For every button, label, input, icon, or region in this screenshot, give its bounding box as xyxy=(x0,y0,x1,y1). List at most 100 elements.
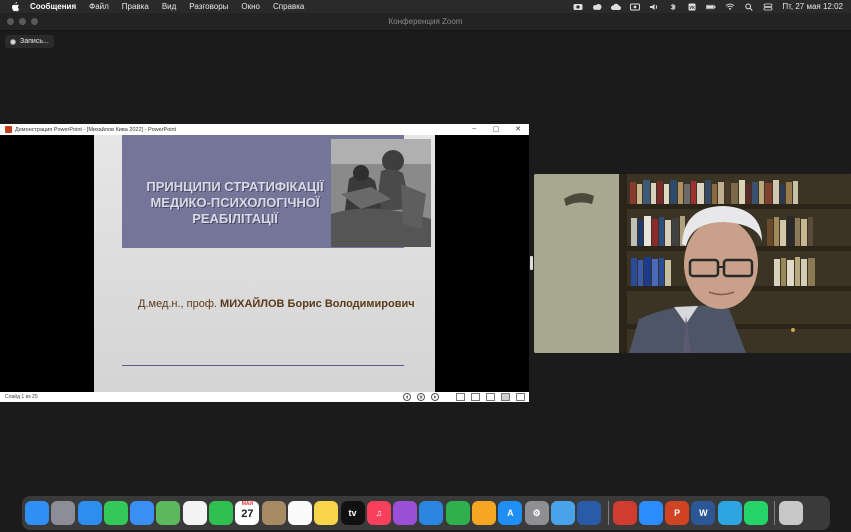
zoom-window-title: Конференция Zoom xyxy=(388,17,463,26)
battery-icon[interactable] xyxy=(706,3,717,11)
powerpoint-titlebar: Демонстрация PowerPoint - [Михайлов Кива… xyxy=(0,124,529,135)
normal-view-icon[interactable] xyxy=(456,393,465,401)
previous-slide-icon[interactable] xyxy=(403,393,411,401)
menu-edit[interactable]: Правка xyxy=(122,2,149,11)
calendar-day-label: 27 xyxy=(241,508,254,520)
podcasts-icon[interactable] xyxy=(393,501,418,525)
powerpoint-share-window: Демонстрация PowerPoint - [Михайлов Кива… xyxy=(0,124,529,402)
zoom-icon[interactable] xyxy=(638,501,663,525)
trash-icon[interactable] xyxy=(779,501,804,525)
participant-video-frame xyxy=(534,174,851,353)
minimize-button[interactable]: − xyxy=(463,124,485,135)
cisco-webex-icon[interactable] xyxy=(612,501,637,525)
app-menu-messages[interactable]: Сообщения xyxy=(30,2,76,11)
calendar-icon[interactable]: МАЙ 27 xyxy=(235,501,260,525)
camera-status-icon[interactable] xyxy=(573,3,583,11)
whatsapp-icon[interactable] xyxy=(744,501,769,525)
apple-menu-icon[interactable] xyxy=(10,1,20,12)
slide-title: ПРИНЦИПИ СТРАТИФІКАЦІЇ МЕДИКО-ПСИХОЛОГІЧ… xyxy=(130,179,340,227)
messages-icon[interactable] xyxy=(103,501,128,525)
notes-icon[interactable] xyxy=(314,501,339,525)
powerpoint-status-bar: Слайд 1 из 25 xyxy=(0,392,529,402)
recording-label: Запись... xyxy=(20,38,49,45)
reading-view-icon[interactable] xyxy=(486,393,495,401)
remote-desktop-icon[interactable] xyxy=(577,501,602,525)
dock-icon-glyph: ⚙ xyxy=(532,507,541,518)
dock-icon-glyph: W xyxy=(699,508,708,518)
powerpoint-window-title: Демонстрация PowerPoint - [Михайлов Кива… xyxy=(15,126,177,133)
dock-divider xyxy=(607,501,609,525)
zoom-titlebar: Конференция Zoom xyxy=(0,13,851,31)
mail-icon[interactable] xyxy=(130,501,155,525)
reminders-icon[interactable] xyxy=(287,501,312,525)
more-options-icon[interactable] xyxy=(516,393,525,401)
keyboard-layout-icon[interactable]: УК xyxy=(687,3,697,11)
volume-icon[interactable] xyxy=(649,3,659,11)
dock-divider xyxy=(774,501,776,525)
keynote-icon[interactable] xyxy=(419,501,444,525)
system-preferences-icon[interactable]: ⚙ xyxy=(524,501,549,525)
svg-text:УК: УК xyxy=(690,5,696,10)
slide-counter: Слайд 1 из 25 xyxy=(5,394,38,400)
dock-icon-glyph: A xyxy=(507,508,514,518)
dock-icon-glyph: tv xyxy=(348,508,357,518)
menu-file[interactable]: Файл xyxy=(89,2,109,11)
slide-title-line: ПРИНЦИПИ СТРАТИФІКАЦІЇ xyxy=(146,179,324,194)
slide-divider-line xyxy=(122,365,404,366)
creative-cloud-icon[interactable] xyxy=(592,3,602,11)
clock[interactable]: Пт, 27 мая 12:02 xyxy=(782,2,843,11)
dock-icon-glyph: ♫ xyxy=(375,508,383,518)
menu-bar: Сообщения Файл Правка Вид Разговоры Окно… xyxy=(0,0,851,13)
wifi-icon[interactable] xyxy=(725,3,735,11)
telegram-icon[interactable] xyxy=(717,501,742,525)
app-store-icon[interactable]: A xyxy=(498,501,523,525)
slide-title-line: МЕДИКО-ПСИХОЛОГІЧНОЇ xyxy=(150,195,320,210)
dock: МАЙ 27 tv ♫ A ⚙ P W xyxy=(22,496,830,530)
slide[interactable]: ПРИНЦИПИ СТРАТИФІКАЦІЇ МЕДИКО-ПСИХОЛОГІЧ… xyxy=(94,135,435,392)
slide-title-line: РЕАБІЛІТАЦІЇ xyxy=(192,211,278,226)
contacts-icon[interactable] xyxy=(261,501,286,525)
powerpoint-icon[interactable]: P xyxy=(665,501,690,525)
menu-window[interactable]: Окно xyxy=(241,2,260,11)
slide-author: Д.мед.н., проф. МИХАЙЛОВ Борис Володимир… xyxy=(138,298,415,310)
finder-icon[interactable] xyxy=(25,501,49,525)
menu-help[interactable]: Справка xyxy=(273,2,304,11)
resize-handle[interactable] xyxy=(530,256,533,270)
spotlight-search-icon[interactable] xyxy=(744,3,754,11)
powerpoint-logo-icon xyxy=(5,126,12,133)
slide-sorter-view-icon[interactable] xyxy=(471,393,480,401)
pause-icon[interactable] xyxy=(417,393,425,401)
photos-icon[interactable] xyxy=(182,501,207,525)
participant-video[interactable] xyxy=(534,174,851,353)
slideshow-view-icon[interactable] xyxy=(501,393,510,401)
recording-indicator[interactable]: Запись... xyxy=(5,35,54,48)
launchpad-icon[interactable] xyxy=(51,501,76,525)
pages-icon[interactable] xyxy=(472,501,497,525)
recording-dot-icon xyxy=(10,38,16,45)
next-slide-icon[interactable] xyxy=(431,393,439,401)
safari-icon[interactable] xyxy=(77,501,102,525)
slide-author-name: МИХАЙЛОВ Борис Володимирович xyxy=(220,298,415,310)
calendar-month-label: МАЙ xyxy=(241,501,254,507)
control-center-icon[interactable] xyxy=(763,3,773,11)
slide-author-degree: Д.мед.н., проф. xyxy=(138,298,221,310)
network-utility-icon[interactable] xyxy=(550,501,575,525)
dock-icon-glyph: P xyxy=(674,508,681,518)
close-button[interactable]: ✕ xyxy=(507,124,529,135)
numbers-icon[interactable] xyxy=(445,501,470,525)
maximize-button[interactable]: ▢ xyxy=(485,124,507,135)
word-icon[interactable]: W xyxy=(691,501,716,525)
facetime-icon[interactable] xyxy=(209,501,234,525)
view-modes xyxy=(456,393,525,401)
menu-conversations[interactable]: Разговоры xyxy=(189,2,228,11)
bluetooth-icon[interactable] xyxy=(668,3,678,11)
slide-area[interactable]: ПРИНЦИПИ СТРАТИФІКАЦІЇ МЕДИКО-ПСИХОЛОГІЧ… xyxy=(0,135,529,392)
apple-tv-icon[interactable]: tv xyxy=(340,501,365,525)
screen-recording-icon[interactable] xyxy=(630,3,641,11)
icloud-icon[interactable] xyxy=(611,3,622,11)
music-icon[interactable]: ♫ xyxy=(366,501,391,525)
menu-view[interactable]: Вид xyxy=(162,2,176,11)
status-area: УК Пт, 27 мая 12:02 xyxy=(573,0,843,13)
slide-navigation xyxy=(403,393,439,401)
maps-icon[interactable] xyxy=(156,501,181,525)
